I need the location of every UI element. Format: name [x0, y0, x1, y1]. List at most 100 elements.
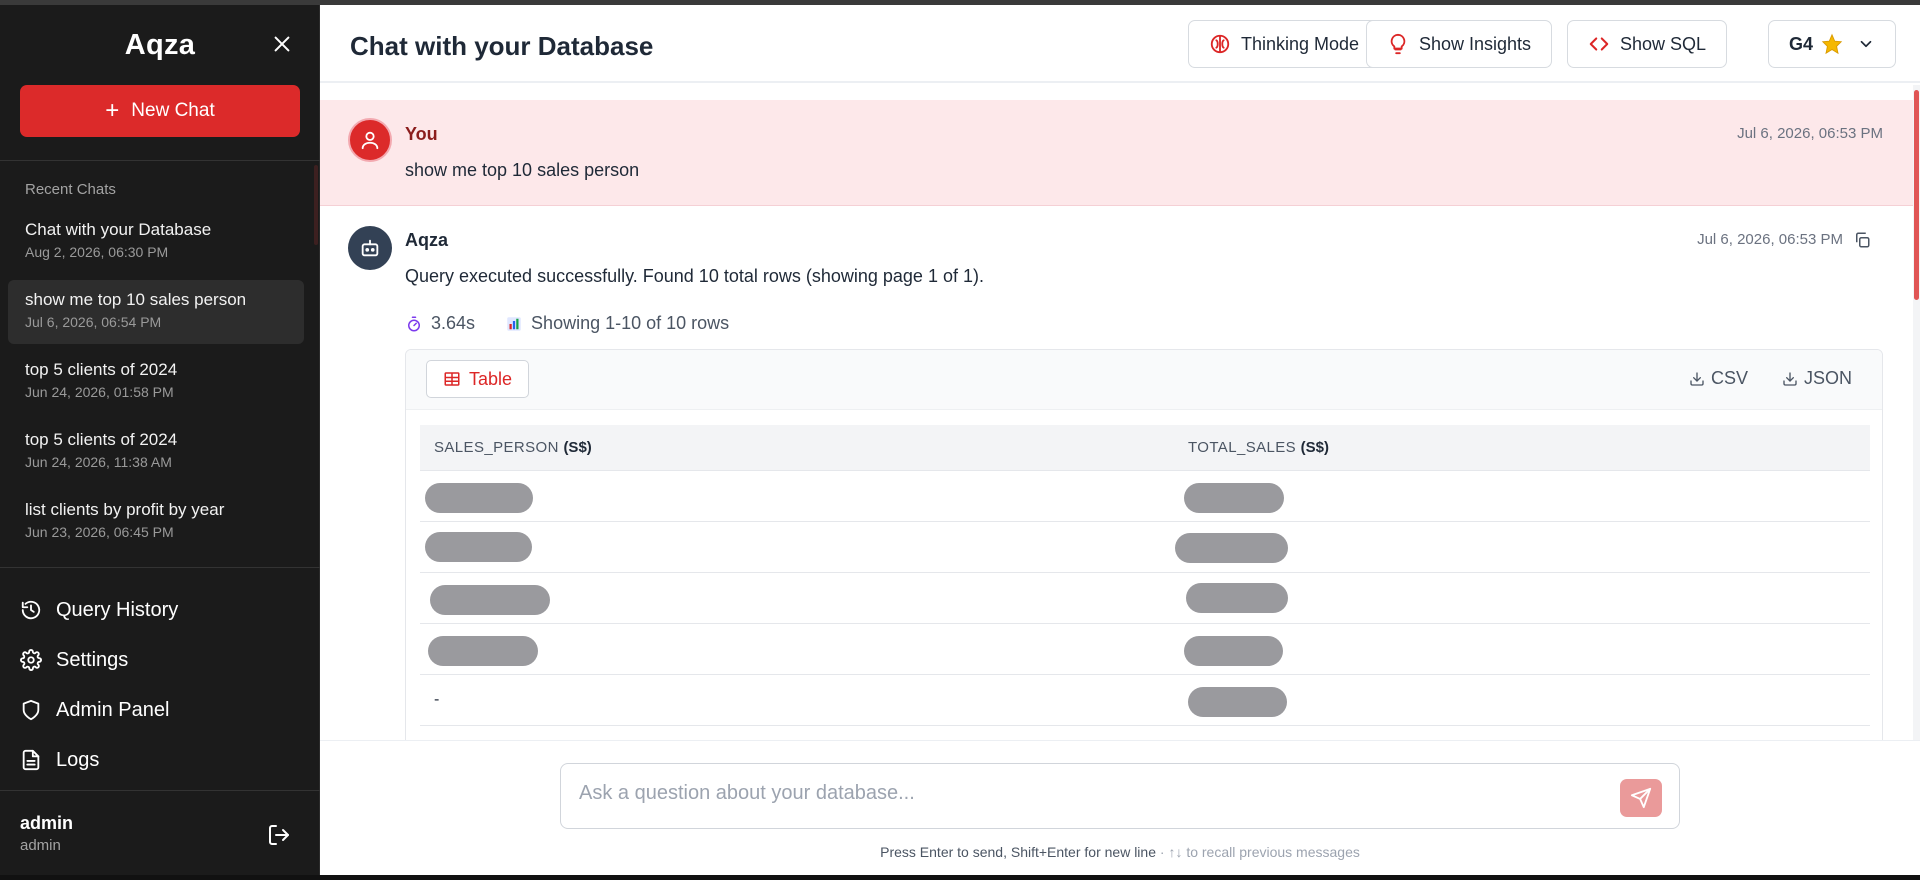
recent-chat-item[interactable]: top 5 clients of 2024 Jun 24, 2026, 11:3… [8, 420, 304, 484]
chat-item-date: Aug 2, 2026, 06:30 PM [25, 244, 169, 260]
chat-item-title: Chat with your Database [25, 220, 212, 239]
nav-logs[interactable]: Logs [20, 735, 300, 785]
send-button[interactable] [1620, 779, 1662, 817]
message-sender: You [405, 124, 438, 144]
chat-item-date: Jun 24, 2026, 11:38 AM [25, 454, 172, 470]
user-icon [361, 131, 379, 150]
table-cell: - [434, 691, 440, 708]
logout-button[interactable] [267, 823, 291, 847]
scrollbar-thumb[interactable] [1914, 90, 1919, 300]
column-name: TOTAL_SALES [1188, 439, 1297, 456]
rows-info: Showing 1-10 of 10 rows [531, 313, 730, 333]
recent-chat-item[interactable]: top 5 clients of 2024 Jun 24, 2026, 01:5… [8, 350, 304, 414]
nav-label: Settings [56, 648, 129, 671]
download-json-button[interactable]: JSON [1782, 368, 1852, 389]
user-message: You Jul 6, 2026, 06:53 PM show me top 10… [320, 100, 1913, 206]
chat-item-date: Jul 6, 2026, 06:54 PM [25, 314, 162, 330]
new-chat-button[interactable]: + New Chat [20, 85, 300, 137]
message-sender: Aqza [405, 230, 449, 250]
message-timestamp: Jul 6, 2026, 06:53 PM [1697, 231, 1843, 248]
recent-chat-item-active[interactable]: show me top 10 sales person Jul 6, 2026,… [8, 280, 304, 344]
result-card: Table CSV JSON SALES_PERSON (S$) TOTAL_S… [405, 349, 1883, 740]
chat-input-box [560, 763, 1680, 829]
redacted-cell [1188, 687, 1287, 717]
chat-input[interactable] [579, 782, 1579, 805]
table-row [420, 522, 1870, 573]
redacted-cell [1184, 483, 1284, 513]
nav-admin-panel[interactable]: Admin Panel [20, 685, 300, 735]
close-sidebar-button[interactable] [271, 33, 293, 55]
download-icon [1783, 371, 1797, 386]
sidebar-divider [0, 790, 320, 791]
user-info: admin admin [20, 813, 73, 854]
nav-settings[interactable]: Settings [20, 635, 300, 685]
user-role: admin [20, 837, 61, 854]
document-icon [22, 749, 40, 771]
close-icon [274, 36, 290, 52]
sidebar-divider [0, 567, 320, 568]
show-sql-button[interactable]: Show SQL [1567, 20, 1728, 68]
gear-icon [20, 649, 42, 671]
message-text: Query executed successfully. Found 10 to… [405, 266, 984, 286]
hint-subtext: · ↑↓ to recall previous messages [1159, 844, 1360, 860]
tab-table[interactable]: Table [426, 360, 530, 398]
history-icon [21, 600, 41, 620]
window-bottom-edge [0, 875, 1920, 880]
recent-chats-list: Chat with your Database Aug 2, 2026, 06:… [8, 210, 304, 560]
redacted-cell [1184, 636, 1283, 666]
recent-chats-scrollbar[interactable] [314, 165, 318, 245]
sidebar: Aqza + New Chat Recent Chats Chat with y… [0, 5, 320, 875]
message-composer: Press Enter to send, Shift+Enter for new… [320, 740, 1920, 875]
sidebar-nav: Query History Settings Admin Panel Logs [20, 585, 300, 785]
model-selector[interactable]: G4 [1768, 20, 1897, 68]
show-sql-label: Show SQL [1620, 33, 1707, 54]
robot-icon [361, 239, 379, 257]
composer-hint: Press Enter to send, Shift+Enter for new… [320, 844, 1920, 860]
table-icon [444, 372, 460, 386]
table-row [420, 471, 1870, 522]
code-icon [1589, 37, 1609, 51]
query-duration: 3.64s [431, 313, 476, 333]
assistant-avatar [348, 226, 392, 270]
new-chat-label: New Chat [131, 100, 215, 121]
show-insights-button[interactable]: Show Insights [1366, 20, 1553, 68]
column-header-total-sales[interactable]: TOTAL_SALES (S$) [1188, 439, 1329, 456]
redacted-cell [425, 483, 533, 513]
table-header-row: SALES_PERSON (S$) TOTAL_SALES (S$) [420, 425, 1870, 471]
chat-item-date: Jun 23, 2026, 06:45 PM [25, 524, 174, 540]
show-insights-label: Show Insights [1419, 33, 1532, 54]
column-unit: (S$) [1300, 439, 1329, 456]
model-label: G4 [1789, 33, 1814, 54]
stopwatch-icon [408, 316, 420, 331]
redacted-cell [1175, 533, 1288, 563]
messages-scrollbar[interactable] [1913, 85, 1920, 740]
chat-item-title: top 5 clients of 2024 [25, 430, 178, 449]
send-icon [1630, 787, 1652, 809]
user-avatar [348, 118, 392, 162]
chevron-down-icon [1860, 40, 1872, 48]
redacted-cell [428, 636, 538, 666]
table-row [420, 624, 1870, 675]
chat-item-date: Jun 24, 2026, 01:58 PM [25, 384, 174, 400]
csv-label: CSV [1711, 368, 1749, 388]
sidebar-divider [0, 160, 320, 161]
nav-query-history[interactable]: Query History [20, 585, 300, 635]
recent-chat-item[interactable]: list clients by profit by year Jun 23, 2… [8, 490, 304, 554]
copy-message-button[interactable] [1853, 231, 1871, 249]
recent-chat-item[interactable]: Chat with your Database Aug 2, 2026, 06:… [8, 210, 304, 274]
brain-icon [1210, 34, 1230, 54]
logout-icon [269, 825, 289, 845]
main-panel: Chat with your Database Thinking Mode Sh… [320, 5, 1920, 875]
copy-icon [1856, 232, 1870, 248]
plus-icon: + [105, 97, 120, 124]
chat-item-title: list clients by profit by year [25, 500, 225, 519]
chat-item-title: show me top 10 sales person [25, 290, 247, 309]
thinking-mode-button[interactable]: Thinking Mode [1188, 20, 1381, 68]
column-header-sales-person[interactable]: SALES_PERSON (S$) [434, 439, 592, 456]
user-name: admin [20, 813, 74, 833]
nav-label: Query History [56, 598, 179, 621]
page-title: Chat with your Database [350, 31, 654, 61]
download-csv-button[interactable]: CSV [1689, 368, 1748, 389]
table-row [420, 573, 1870, 624]
main-header: Chat with your Database Thinking Mode Sh… [320, 5, 1920, 83]
